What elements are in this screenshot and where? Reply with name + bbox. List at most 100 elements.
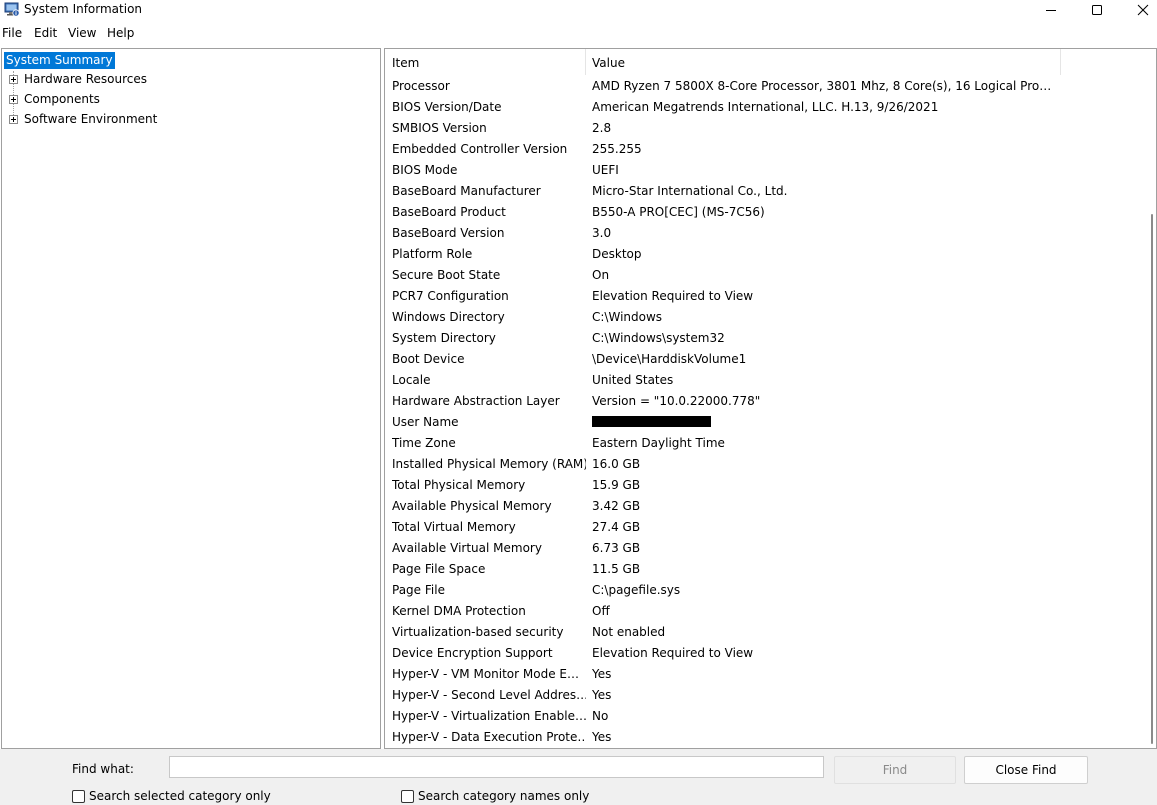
table-row[interactable]: Installed Physical Memory (RAM) 16.0 GB — [385, 454, 1141, 475]
find-button[interactable]: Find — [834, 756, 956, 784]
maximize-icon — [1092, 5, 1102, 15]
checkbox-box[interactable] — [401, 789, 414, 803]
table-row[interactable]: Embedded Controller Version 255.255 — [385, 139, 1141, 160]
find-what-label: Find what: — [72, 762, 134, 776]
table-row[interactable]: Hardware Abstraction Layer Version = "10.… — [385, 391, 1141, 412]
row-item: Hyper-V - VM Monitor Mode E… — [392, 667, 579, 681]
checkbox-box[interactable] — [72, 789, 85, 803]
row-value: Elevation Required to View — [592, 646, 754, 660]
row-item: BaseBoard Manufacturer — [392, 184, 541, 198]
table-row[interactable]: BaseBoard Version 3.0 — [385, 223, 1141, 244]
find-bar: Find what: Find Close Find Search select… — [0, 749, 1157, 805]
find-input[interactable] — [169, 756, 824, 778]
close-find-button[interactable]: Close Find — [964, 756, 1088, 784]
column-divider[interactable] — [585, 49, 586, 75]
table-row[interactable]: Page File Space 11.5 GB — [385, 559, 1141, 580]
column-header-item[interactable]: Item — [392, 56, 419, 70]
tree-item-components[interactable]: Components — [2, 91, 362, 109]
row-item: Platform Role — [392, 247, 473, 261]
table-row[interactable]: Available Virtual Memory 6.73 GB — [385, 538, 1141, 559]
details-list[interactable]: Item Value Processor AMD Ryzen 7 5800X 8-… — [384, 48, 1157, 749]
table-row[interactable]: BaseBoard Product B550-A PRO[CEC] (MS-7C5… — [385, 202, 1141, 223]
category-tree[interactable]: System Summary Hardware Resources Compon… — [1, 48, 381, 749]
column-divider[interactable] — [1060, 49, 1061, 75]
tree-item-hardware-resources[interactable]: Hardware Resources — [2, 71, 362, 89]
plus-expander-icon[interactable] — [9, 115, 18, 124]
table-row[interactable]: Page File C:\pagefile.sys — [385, 580, 1141, 601]
table-row[interactable]: System Directory C:\Windows\system32 — [385, 328, 1141, 349]
table-row[interactable]: Hyper-V - VM Monitor Mode E… Yes — [385, 664, 1141, 685]
table-row[interactable]: SMBIOS Version 2.8 — [385, 118, 1141, 139]
table-row[interactable]: Hyper-V - Virtualization Enable… No — [385, 706, 1141, 727]
table-row[interactable]: Secure Boot State On — [385, 265, 1141, 286]
table-row[interactable]: Boot Device \Device\HarddiskVolume1 — [385, 349, 1141, 370]
system-information-icon — [4, 2, 20, 17]
menu-view[interactable]: View — [68, 26, 96, 40]
menu-edit[interactable]: Edit — [34, 26, 57, 40]
plus-expander-icon[interactable] — [9, 95, 18, 104]
row-item: Available Virtual Memory — [392, 541, 542, 555]
row-item: BaseBoard Product — [392, 205, 506, 219]
column-header-value[interactable]: Value — [592, 56, 625, 70]
table-row[interactable]: Hyper-V - Second Level Addres… Yes — [385, 685, 1141, 706]
plus-expander-icon[interactable] — [9, 75, 18, 84]
menu-bar: File Edit View Help — [0, 24, 1157, 44]
row-value: 11.5 GB — [592, 562, 641, 576]
search-selected-category-checkbox[interactable]: Search selected category only — [72, 789, 271, 803]
table-row[interactable]: Platform Role Desktop — [385, 244, 1141, 265]
row-value: 3.42 GB — [592, 499, 641, 513]
row-item: BIOS Version/Date — [392, 100, 502, 114]
menu-file[interactable]: File — [2, 26, 22, 40]
row-value: Yes — [592, 667, 612, 681]
row-value: 15.9 GB — [592, 478, 641, 492]
row-value: Yes — [592, 688, 612, 702]
table-row[interactable]: Hyper-V - Data Execution Prote… Yes — [385, 727, 1141, 748]
table-row[interactable]: Kernel DMA Protection Off — [385, 601, 1141, 622]
row-item: User Name — [392, 415, 459, 429]
row-item: Boot Device — [392, 352, 465, 366]
row-value: Desktop — [592, 247, 642, 261]
close-button[interactable] — [1120, 0, 1157, 20]
maximize-button[interactable] — [1074, 0, 1120, 20]
minimize-button[interactable] — [1028, 0, 1074, 20]
table-row[interactable]: PCR7 Configuration Elevation Required to … — [385, 286, 1141, 307]
table-row[interactable]: BIOS Version/Date American Megatrends Int… — [385, 97, 1141, 118]
tree-item-software-environment[interactable]: Software Environment — [2, 111, 362, 129]
menu-help[interactable]: Help — [107, 26, 134, 40]
row-value: 6.73 GB — [592, 541, 641, 555]
table-row[interactable]: Total Physical Memory 15.9 GB — [385, 475, 1141, 496]
row-item: Time Zone — [392, 436, 456, 450]
row-value: UEFI — [592, 163, 619, 177]
redaction-bar — [592, 416, 711, 427]
row-item: Secure Boot State — [392, 268, 501, 282]
window-title: System Information — [24, 2, 143, 16]
row-value: B550-A PRO[CEC] (MS-7C56) — [592, 205, 765, 219]
table-row[interactable]: Total Virtual Memory 27.4 GB — [385, 517, 1141, 538]
table-row[interactable]: Windows Directory C:\Windows — [385, 307, 1141, 328]
tree-item-label: Components — [24, 92, 100, 106]
row-value: C:\Windows — [592, 310, 663, 324]
table-row[interactable]: Time Zone Eastern Daylight Time — [385, 433, 1141, 454]
checkbox-label: Search selected category only — [89, 789, 271, 803]
row-value: American Megatrends International, LLC. … — [592, 100, 939, 114]
table-row[interactable]: BIOS Mode UEFI — [385, 160, 1141, 181]
row-item: BaseBoard Version — [392, 226, 505, 240]
row-value: On — [592, 268, 610, 282]
table-row[interactable]: Virtualization-based security Not enabled — [385, 622, 1141, 643]
row-item: BIOS Mode — [392, 163, 458, 177]
table-row[interactable]: Processor AMD Ryzen 7 5800X 8-Core Proces… — [385, 76, 1141, 97]
scrollbar-thumb[interactable] — [1151, 214, 1153, 744]
table-row[interactable]: Locale United States — [385, 370, 1141, 391]
vertical-scrollbar[interactable] — [1141, 49, 1156, 748]
row-value: Micro-Star International Co., Ltd. — [592, 184, 788, 198]
search-category-names-checkbox[interactable]: Search category names only — [401, 789, 589, 803]
table-row[interactable]: Device Encryption Support Elevation Requi… — [385, 643, 1141, 664]
row-value: Off — [592, 604, 610, 618]
row-item: Kernel DMA Protection — [392, 604, 526, 618]
tree-item-system-summary[interactable]: System Summary — [4, 52, 115, 69]
row-value: 2.8 — [592, 121, 612, 135]
table-row[interactable]: User Name — [385, 412, 1141, 433]
table-row[interactable]: Available Physical Memory 3.42 GB — [385, 496, 1141, 517]
row-item: Page File — [392, 583, 445, 597]
table-row[interactable]: BaseBoard Manufacturer Micro-Star Interna… — [385, 181, 1141, 202]
